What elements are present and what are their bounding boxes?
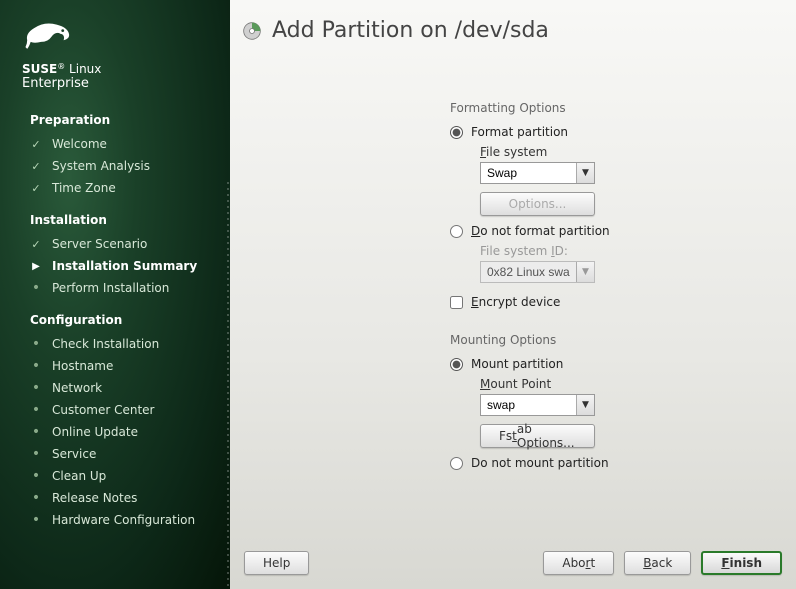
page-title: Add Partition on /dev/sda	[272, 18, 549, 43]
check-icon: ✓	[30, 182, 42, 195]
fsid-label: File system ID:	[480, 244, 756, 258]
format-partition-label: Format partition	[471, 125, 568, 139]
finish-button[interactable]: Finish	[701, 551, 782, 575]
bullet-icon: •	[30, 339, 42, 349]
sidebar-divider-dots	[226, 180, 230, 589]
encrypt-label: Encrypt device	[471, 295, 560, 309]
no-format-radio[interactable]	[450, 225, 463, 238]
fsid-value	[481, 262, 576, 282]
section-configuration: Configuration	[0, 299, 230, 333]
brand-line2: Enterprise	[22, 76, 215, 91]
bullet-icon: •	[30, 471, 42, 481]
chevron-down-icon[interactable]: ▼	[576, 395, 594, 415]
no-format-label: Do not format partition	[471, 224, 610, 238]
mount-partition-radio[interactable]	[450, 358, 463, 371]
sidebar-item-welcome: ✓Welcome	[0, 133, 230, 155]
sidebar-item-hardware-configuration: •Hardware Configuration	[0, 509, 230, 531]
sidebar-item-release-notes: •Release Notes	[0, 487, 230, 509]
sidebar-item-time-zone: ✓Time Zone	[0, 177, 230, 199]
format-partition-radio[interactable]	[450, 126, 463, 139]
mountpoint-label: Mount Point	[480, 377, 756, 391]
sidebar-item-online-update: •Online Update	[0, 421, 230, 443]
chevron-down-icon[interactable]: ▼	[576, 163, 594, 183]
sidebar-item-network: •Network	[0, 377, 230, 399]
no-mount-label: Do not mount partition	[471, 456, 609, 470]
help-button[interactable]: Help	[244, 551, 309, 575]
section-installation: Installation	[0, 199, 230, 233]
brand-line1: SUSE® Linux	[22, 62, 215, 76]
check-icon: ✓	[30, 138, 42, 151]
suse-chameleon-icon	[22, 15, 74, 55]
encrypt-option[interactable]: Encrypt device	[270, 295, 756, 309]
bullet-icon: •	[30, 493, 42, 503]
filesystem-label: File system	[480, 145, 756, 159]
chevron-down-icon: ▼	[576, 262, 594, 282]
header: Add Partition on /dev/sda	[230, 0, 796, 51]
mount-partition-label: Mount partition	[471, 357, 563, 371]
mountpoint-value[interactable]	[481, 395, 576, 415]
sidebar-item-clean-up: •Clean Up	[0, 465, 230, 487]
sidebar-item-server-scenario: ✓Server Scenario	[0, 233, 230, 255]
check-icon: ✓	[30, 160, 42, 173]
bullet-icon: •	[30, 405, 42, 415]
bullet-icon: •	[30, 449, 42, 459]
filesystem-value[interactable]	[481, 163, 576, 183]
formatting-section-label: Formatting Options	[270, 101, 756, 115]
options-button[interactable]: Options...	[480, 192, 595, 216]
format-partition-option[interactable]: Format partition	[270, 125, 756, 139]
back-button[interactable]: Back	[624, 551, 691, 575]
sidebar-item-service: •Service	[0, 443, 230, 465]
sidebar-item-perform-installation: •Perform Installation	[0, 277, 230, 299]
partition-icon	[242, 21, 262, 41]
sidebar-item-customer-center: •Customer Center	[0, 399, 230, 421]
no-format-option[interactable]: Do not format partition	[270, 224, 756, 238]
arrow-right-icon: ▶	[30, 261, 42, 272]
logo-area: SUSE® Linux Enterprise	[0, 15, 230, 99]
no-mount-radio[interactable]	[450, 457, 463, 470]
bullet-icon: •	[30, 383, 42, 393]
encrypt-checkbox[interactable]	[450, 296, 463, 309]
content: Formatting Options Format partition File…	[230, 51, 796, 541]
section-preparation: Preparation	[0, 99, 230, 133]
bullet-icon: •	[30, 515, 42, 525]
footer: Help Abort Back Finish	[230, 541, 796, 589]
main-panel: Add Partition on /dev/sda Formatting Opt…	[230, 0, 796, 589]
no-mount-option[interactable]: Do not mount partition	[270, 456, 756, 470]
fstab-options-button[interactable]: Fstab Options...	[480, 424, 595, 448]
sidebar-item-check-installation: •Check Installation	[0, 333, 230, 355]
abort-button[interactable]: Abort	[543, 551, 614, 575]
sidebar: SUSE® Linux Enterprise Preparation ✓Welc…	[0, 0, 230, 589]
sidebar-item-system-analysis: ✓System Analysis	[0, 155, 230, 177]
sidebar-item-installation-summary: ▶Installation Summary	[0, 255, 230, 277]
sidebar-item-hostname: •Hostname	[0, 355, 230, 377]
bullet-icon: •	[30, 361, 42, 371]
mountpoint-combo[interactable]: ▼	[480, 394, 595, 416]
mount-partition-option[interactable]: Mount partition	[270, 357, 756, 371]
check-icon: ✓	[30, 238, 42, 251]
mounting-section-label: Mounting Options	[270, 333, 756, 347]
bullet-icon: •	[30, 283, 42, 293]
filesystem-combo[interactable]: ▼	[480, 162, 595, 184]
fsid-combo: ▼	[480, 261, 595, 283]
bullet-icon: •	[30, 427, 42, 437]
